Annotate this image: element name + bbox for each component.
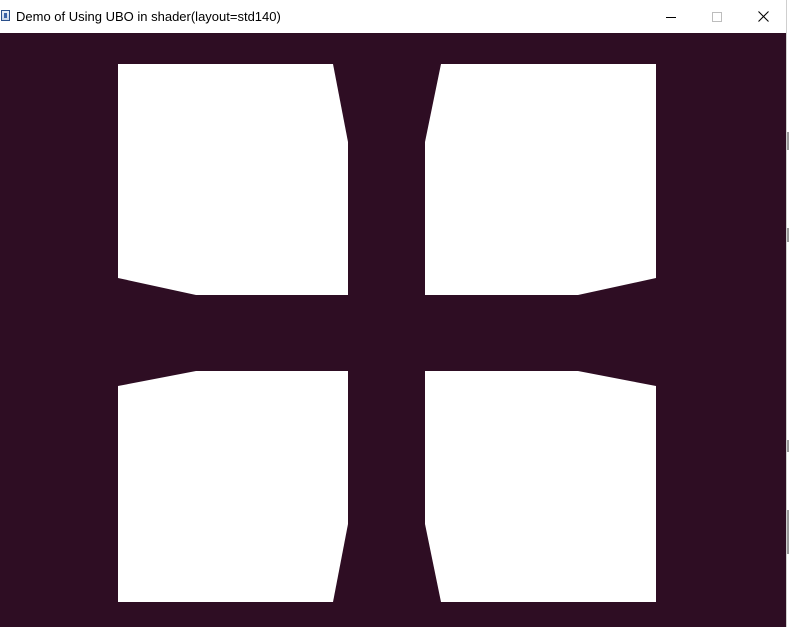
- maximize-icon: [712, 11, 722, 22]
- edge-mark: [787, 132, 789, 150]
- edge-mark: [787, 510, 789, 554]
- window-title: Demo of Using UBO in shader(layout=std14…: [16, 9, 281, 24]
- minimize-button[interactable]: [648, 0, 694, 33]
- maximize-button[interactable]: [694, 0, 740, 33]
- edge-mark: [787, 440, 789, 452]
- app-window: Demo of Using UBO in shader(layout=std14…: [0, 0, 787, 627]
- title-bar[interactable]: Demo of Using UBO in shader(layout=std14…: [0, 0, 786, 33]
- shape-bottom-left: [118, 371, 348, 602]
- render-scene: [118, 64, 656, 602]
- shape-top-right: [425, 64, 656, 295]
- shape-top-left: [118, 64, 348, 295]
- edge-mark: [787, 228, 789, 242]
- close-icon: [757, 11, 769, 22]
- close-button[interactable]: [740, 0, 786, 33]
- shape-bottom-right: [425, 371, 656, 602]
- minimize-icon: [666, 16, 676, 18]
- app-window-icon[interactable]: [1, 10, 10, 21]
- render-canvas[interactable]: [0, 33, 786, 627]
